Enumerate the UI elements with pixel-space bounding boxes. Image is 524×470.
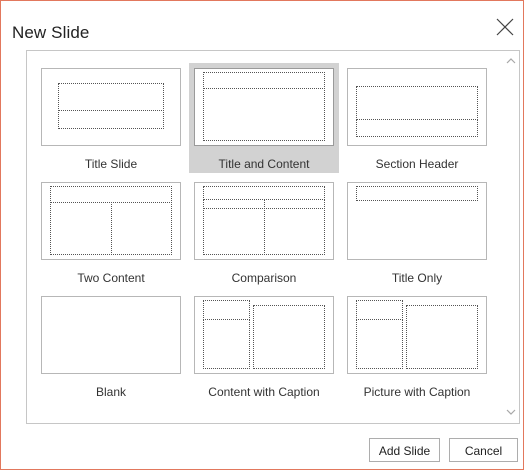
chevron-up-icon	[506, 58, 516, 64]
layout-label: Title Only	[391, 271, 443, 285]
layout-gallery: Title Slide Title and Content Section He…	[26, 50, 520, 424]
layout-picture-with-caption[interactable]: Picture with Caption	[342, 291, 492, 401]
layout-thumbnail	[194, 182, 334, 260]
layout-thumbnail	[41, 182, 181, 260]
new-slide-dialog: New Slide Title Slide Title and Content	[0, 0, 524, 470]
scroll-up-arrow[interactable]	[506, 56, 516, 66]
layout-label: Blank	[95, 385, 127, 399]
layout-thumbnail	[194, 68, 334, 146]
close-button[interactable]	[492, 14, 518, 40]
dialog-title: New Slide	[12, 23, 90, 42]
layout-content-with-caption[interactable]: Content with Caption	[189, 291, 339, 401]
layout-thumbnail	[347, 68, 487, 146]
layout-title-and-content[interactable]: Title and Content	[189, 63, 339, 173]
layout-label: Two Content	[77, 271, 145, 285]
layout-title-only[interactable]: Title Only	[342, 177, 492, 287]
layout-thumbnail	[41, 296, 181, 374]
layout-thumbnail	[347, 296, 487, 374]
layout-comparison[interactable]: Comparison	[189, 177, 339, 287]
cancel-button[interactable]: Cancel	[449, 438, 518, 462]
close-icon	[496, 18, 514, 36]
vertical-scrollbar[interactable]	[502, 51, 519, 423]
layout-thumbnail	[194, 296, 334, 374]
layout-label: Title Slide	[84, 157, 138, 171]
layout-title-slide[interactable]: Title Slide	[36, 63, 186, 173]
layout-thumbnail	[347, 182, 487, 260]
add-slide-button[interactable]: Add Slide	[369, 438, 440, 462]
layout-label: Section Header	[375, 157, 459, 171]
scroll-down-arrow[interactable]	[506, 407, 516, 417]
layout-blank[interactable]: Blank	[36, 291, 186, 401]
layout-thumbnail	[41, 68, 181, 146]
chevron-down-icon	[506, 409, 516, 415]
layout-label: Title and Content	[218, 157, 310, 171]
layout-label: Picture with Caption	[363, 385, 471, 399]
layout-section-header[interactable]: Section Header	[342, 63, 492, 173]
layout-label: Comparison	[231, 271, 297, 285]
layout-label: Content with Caption	[208, 385, 320, 399]
layout-two-content[interactable]: Two Content	[36, 177, 186, 287]
